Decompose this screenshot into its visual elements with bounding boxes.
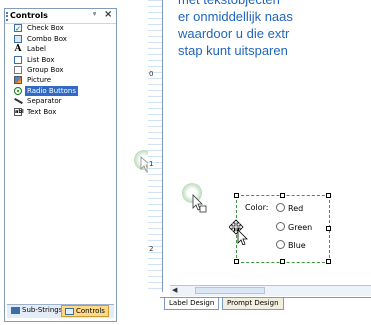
resize-handle[interactable] bbox=[234, 259, 239, 264]
ruler-number: 2 bbox=[149, 245, 154, 253]
scroll-thumb[interactable] bbox=[195, 287, 265, 294]
tab-prompt-design[interactable]: Prompt Design bbox=[222, 298, 284, 310]
move-cursor-icon bbox=[229, 219, 248, 245]
horizontal-scrollbar[interactable]: ◀ bbox=[170, 285, 371, 296]
controls-panel-title: Controls bbox=[10, 11, 48, 20]
controls-panel-header: Controls ᵠ × bbox=[5, 9, 116, 24]
radio-icon bbox=[14, 86, 22, 95]
radio-circle-icon bbox=[276, 222, 285, 231]
label-icon: A bbox=[14, 44, 22, 55]
radio-option-label: Red bbox=[288, 204, 304, 213]
control-item-label: Combo Box bbox=[27, 34, 67, 43]
control-item-separator[interactable]: Separator bbox=[5, 96, 116, 106]
radio-option-green[interactable]: Green bbox=[276, 222, 312, 232]
radio-option-blue[interactable]: Blue bbox=[276, 240, 306, 250]
tab-controls-label: Controls bbox=[76, 307, 105, 315]
document-text-line: er onmiddellijk naas bbox=[178, 9, 293, 24]
panel-tab-strip: Sub-Strings Controls bbox=[7, 304, 114, 318]
control-item-list-box[interactable]: List Box bbox=[5, 55, 116, 65]
controls-panel: Controls ᵠ × ✓ Check Box Combo Box A Lab… bbox=[4, 8, 117, 322]
sub-strings-icon bbox=[11, 306, 20, 314]
groupbox-icon bbox=[14, 65, 22, 74]
control-item-combo-box[interactable]: Combo Box bbox=[5, 34, 116, 44]
resize-handle[interactable] bbox=[280, 193, 285, 198]
document-text: met tekstobjecten er onmiddellijk naas w… bbox=[178, 0, 371, 59]
resize-handle[interactable] bbox=[326, 259, 331, 264]
checkbox-icon: ✓ bbox=[14, 24, 22, 34]
tab-sub-strings[interactable]: Sub-Strings bbox=[11, 306, 62, 314]
listbox-icon bbox=[14, 55, 22, 64]
document-text-line: met tekstobjecten bbox=[178, 0, 371, 8]
tab-controls[interactable]: Controls bbox=[61, 305, 109, 317]
control-item-radio-buttons[interactable]: Radio Buttons bbox=[5, 85, 116, 96]
picture-icon bbox=[14, 76, 22, 85]
control-item-label: Separator bbox=[27, 97, 62, 106]
control-item-label: Text Box bbox=[27, 107, 57, 116]
radio-option-label: Green bbox=[288, 223, 313, 232]
resize-handle[interactable] bbox=[280, 259, 285, 264]
control-item-label: Label bbox=[27, 45, 46, 54]
drop-cursor-icon bbox=[192, 194, 207, 213]
separator-icon bbox=[14, 97, 22, 105]
control-item-label[interactable]: A Label bbox=[5, 44, 116, 54]
combobox-icon bbox=[14, 34, 22, 43]
control-item-label: Check Box bbox=[27, 24, 64, 33]
control-item-text-box[interactable]: abl Text Box bbox=[5, 107, 116, 117]
radio-circle-icon bbox=[276, 240, 285, 249]
control-item-label: Picture bbox=[27, 76, 52, 85]
document-text-line: waardoor u die extr bbox=[178, 26, 290, 41]
radio-option-red[interactable]: Red bbox=[276, 203, 303, 213]
controls-list: ✓ Check Box Combo Box A Label List Box G… bbox=[5, 23, 116, 117]
tab-sub-strings-label: Sub-Strings bbox=[22, 306, 63, 314]
scroll-left-icon[interactable]: ◀ bbox=[172, 286, 177, 294]
radio-circle-icon bbox=[276, 203, 285, 212]
control-item-picture[interactable]: Picture bbox=[5, 75, 116, 85]
control-item-label: Radio Buttons bbox=[25, 85, 78, 96]
document-text-line: stap kunt uitsparen bbox=[178, 43, 288, 58]
pin-icon[interactable]: ᵠ bbox=[93, 10, 96, 19]
controls-tab-icon bbox=[65, 307, 74, 315]
vertical-ruler: 0 1 2 bbox=[148, 0, 170, 292]
color-field-label: Color: bbox=[245, 203, 269, 212]
resize-handle[interactable] bbox=[326, 193, 331, 198]
control-item-group-box[interactable]: Group Box bbox=[5, 65, 116, 75]
control-item-label: Group Box bbox=[27, 65, 64, 74]
textbox-icon: abl bbox=[14, 107, 24, 116]
control-item-label: List Box bbox=[27, 55, 55, 64]
ruler-number: 1 bbox=[149, 160, 154, 168]
radio-option-label: Blue bbox=[288, 241, 306, 250]
close-icon[interactable]: × bbox=[104, 9, 112, 20]
control-item-check-box[interactable]: ✓ Check Box bbox=[5, 23, 116, 33]
ruler-number: 0 bbox=[149, 70, 154, 78]
resize-handle[interactable] bbox=[234, 193, 239, 198]
design-tab-strip: Label Design Prompt Design bbox=[160, 297, 371, 325]
tab-label-design[interactable]: Label Design bbox=[164, 298, 220, 310]
resize-handle[interactable] bbox=[326, 226, 331, 231]
